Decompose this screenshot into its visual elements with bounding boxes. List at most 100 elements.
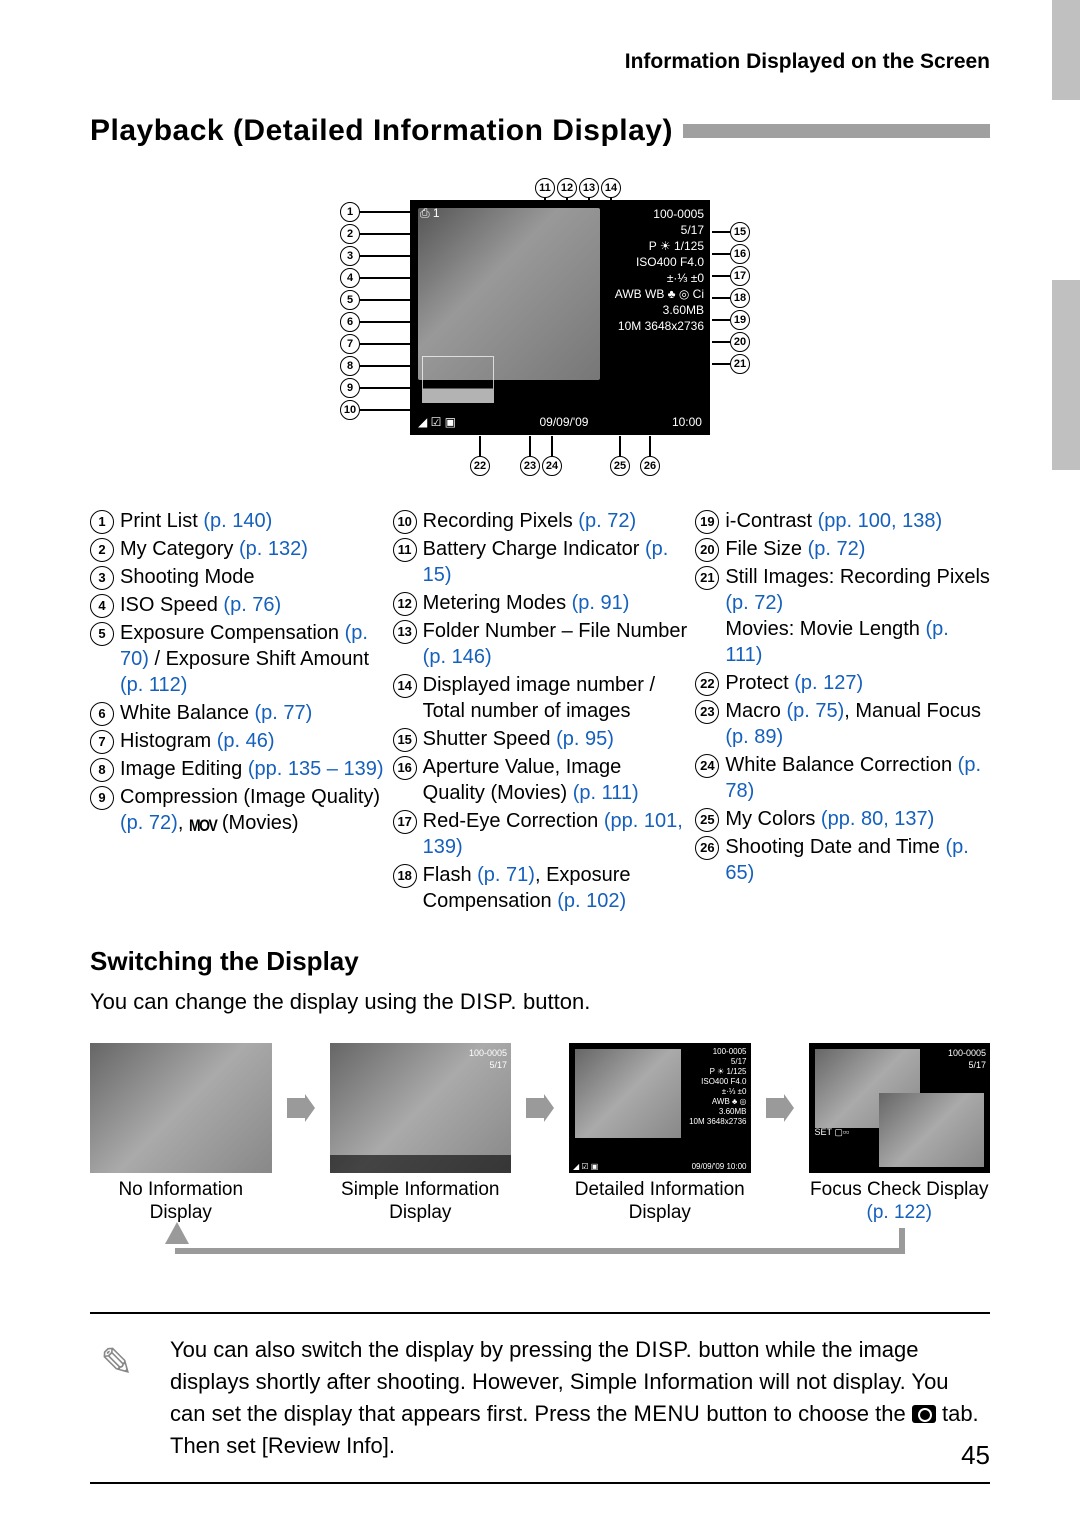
legend-text: My Category (p. 132): [120, 536, 308, 562]
callout-25: 25: [610, 456, 630, 476]
wb-line: AWB WB ♣ ◎ Ci: [615, 286, 704, 302]
overlay-right-text: 100-0005 5/17 P ☀ 1/125 ISO400 F4.0 ±·⅓ …: [615, 206, 704, 334]
histogram-icon: [422, 356, 494, 403]
menu-label: MENU: [633, 1401, 700, 1426]
legend-item: 1Print List (p. 140): [90, 508, 385, 534]
circled-number: 18: [393, 864, 417, 888]
focus-check-link[interactable]: (p. 122): [867, 1202, 932, 1223]
callout-22: 22: [470, 456, 490, 476]
legend-col-3: 19i-Contrast (pp. 100, 138)20File Size (…: [695, 508, 990, 916]
top-left-icons: ⎙ 1: [420, 206, 440, 221]
legend-item: 10Recording Pixels (p. 72): [393, 508, 688, 534]
legend-text: Print List (p. 140): [120, 508, 272, 534]
circled-number: 26: [695, 836, 719, 860]
legend-text: Histogram (p. 46): [120, 728, 275, 754]
callout-14: 14: [601, 178, 621, 198]
loop-arrow: [90, 1234, 990, 1262]
sample-photo: [418, 208, 600, 380]
legend-item: 13Folder Number – File Number (p. 146): [393, 618, 688, 670]
legend-text: Shooting Date and Time (p. 65): [725, 834, 990, 886]
thumb-detailed: 100-00055/17 P ☀ 1/125ISO400 F4.0 ±·⅓ ±0…: [569, 1043, 751, 1225]
circled-number: 15: [393, 728, 417, 752]
circled-number: 13: [393, 620, 417, 644]
circled-number: 22: [695, 672, 719, 696]
legend-text: Protect (p. 127): [725, 670, 863, 696]
camera-icon: [912, 1405, 936, 1423]
callout-21: 21: [730, 354, 750, 374]
callout-23: 23: [520, 456, 540, 476]
section-tab: [1052, 0, 1080, 100]
legend-item: 26Shooting Date and Time (p. 65): [695, 834, 990, 886]
legend-item: 15Shutter Speed (p. 95): [393, 726, 688, 752]
circled-number: 17: [393, 810, 417, 834]
circled-number: 16: [393, 756, 417, 780]
legend-text: Image Editing (pp. 135 – 139): [120, 756, 384, 782]
note-text: You can also switch the display by press…: [170, 1334, 980, 1462]
subheading: Switching the Display: [90, 946, 990, 977]
circled-number: 10: [393, 510, 417, 534]
legend-text: Recording Pixels (p. 72): [423, 508, 636, 534]
title-bar: [683, 124, 990, 138]
arrow-icon: [765, 1043, 795, 1173]
circled-number: 5: [90, 622, 114, 646]
legend-text: Flash (p. 71), Exposure Compensation (p.…: [423, 862, 688, 914]
legend-item: 11Battery Charge Indicator (p. 15): [393, 536, 688, 588]
page-number: 45: [961, 1440, 990, 1471]
callout-12: 12: [557, 178, 577, 198]
legend-text: Displayed image number / Total number of…: [423, 672, 688, 724]
legend-col-1: 1Print List (p. 140)2My Category (p. 132…: [90, 508, 385, 916]
circled-number: 20: [695, 538, 719, 562]
legend-text: Battery Charge Indicator (p. 15): [423, 536, 688, 588]
switch-text: You can change the display using the DIS…: [90, 987, 990, 1018]
callout-8: 8: [340, 356, 360, 376]
legend-text: White Balance (p. 77): [120, 700, 312, 726]
legend-text: Red-Eye Correction (pp. 101, 139): [423, 808, 688, 860]
legend-columns: 1Print List (p. 140)2My Category (p. 132…: [90, 508, 990, 916]
legend-text: Macro (p. 75), Manual Focus (p. 89): [725, 698, 990, 750]
legend-text: Shooting Mode: [120, 564, 255, 590]
circled-number: 4: [90, 594, 114, 618]
circled-number: 24: [695, 754, 719, 778]
circled-number: 19: [695, 510, 719, 534]
legend-item: 17Red-Eye Correction (pp. 101, 139): [393, 808, 688, 860]
bottom-time: 10:00: [672, 415, 702, 429]
section-tab-2: [1052, 280, 1080, 470]
legend-col-2: 10Recording Pixels (p. 72)11Battery Char…: [393, 508, 688, 916]
bottom-date: 09/09/'09: [539, 415, 588, 429]
circled-number: 14: [393, 674, 417, 698]
callout-1: 1: [340, 202, 360, 222]
callout-4: 4: [340, 268, 360, 288]
legend-text: ISO Speed (p. 76): [120, 592, 281, 618]
switch-text-a: You can change the display using the: [90, 989, 460, 1014]
pencil-icon: ✎: [100, 1334, 150, 1462]
circled-number: 7: [90, 730, 114, 754]
callout-3: 3: [340, 246, 360, 266]
breadcrumb: Information Displayed on the Screen: [90, 50, 990, 74]
legend-text: My Colors (pp. 80, 137): [725, 806, 934, 832]
circled-number: 25: [695, 808, 719, 832]
callout-26: 26: [640, 456, 660, 476]
callout-16: 16: [730, 244, 750, 264]
legend-item: 7Histogram (p. 46): [90, 728, 385, 754]
legend-item: 16Aperture Value, Image Quality (Movies)…: [393, 754, 688, 806]
legend-item: 2My Category (p. 132): [90, 536, 385, 562]
thumb-simple: 100-00055/17 Simple Information Display: [330, 1043, 512, 1225]
bottom-left-icons: ◢ ☑ ▣: [418, 415, 456, 429]
legend-text: File Size (p. 72): [725, 536, 865, 562]
legend-item: 21Still Images: Recording Pixels (p. 72)…: [695, 564, 990, 668]
legend-item: 14Displayed image number / Total number …: [393, 672, 688, 724]
note-box: ✎ You can also switch the display by pre…: [90, 1312, 990, 1484]
page-title: Playback (Detailed Information Display): [90, 114, 673, 148]
thumb-no-info: No Information Display: [90, 1043, 272, 1225]
callout-13: 13: [579, 178, 599, 198]
circled-number: 11: [393, 538, 417, 562]
circled-number: 3: [90, 566, 114, 590]
callout-7: 7: [340, 334, 360, 354]
arrow-icon: [286, 1043, 316, 1173]
legend-text: Shutter Speed (p. 95): [423, 726, 614, 752]
circled-number: 6: [90, 702, 114, 726]
legend-text: White Balance Correction (p. 78): [725, 752, 990, 804]
exposure-line: ±·⅓ ±0: [615, 270, 704, 286]
legend-item: 9Compression (Image Quality) (p. 72), MO…: [90, 784, 385, 836]
legend-item: 22Protect (p. 127): [695, 670, 990, 696]
